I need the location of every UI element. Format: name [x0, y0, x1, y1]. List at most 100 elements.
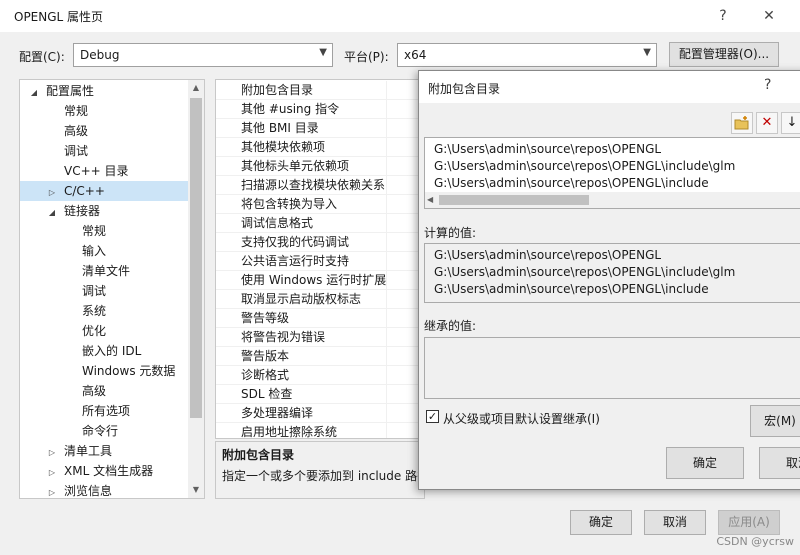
tree-item-label: 优化 [82, 324, 107, 338]
property-row[interactable]: 诊断格式 [216, 366, 424, 385]
tree-item[interactable]: 常规 [20, 101, 188, 121]
collapsed-icon[interactable]: ▷ [46, 183, 58, 203]
tree-item[interactable]: 优化 [20, 321, 188, 341]
tree-item[interactable]: 调试 [20, 281, 188, 301]
chevron-down-icon: ▼ [643, 47, 651, 58]
tree-item[interactable]: 高级 [20, 381, 188, 401]
dialog-ok-button[interactable]: 确定 [666, 447, 744, 479]
include-dir-entry[interactable]: G:\Users\admin\source\repos\OPENGL [434, 141, 661, 158]
property-row[interactable]: SDL 检查 [216, 385, 424, 404]
new-folder-icon[interactable] [731, 112, 753, 134]
tree-item-label: 清单文件 [82, 264, 131, 278]
close-icon[interactable]: ✕ [754, 4, 784, 28]
tree-item[interactable]: VC++ 目录 [20, 161, 188, 181]
delete-icon[interactable]: ✕ [756, 112, 778, 134]
list-hscrollbar[interactable]: ◀ [425, 192, 800, 208]
dialog-help-icon[interactable]: ? [764, 77, 771, 93]
tree-item[interactable]: ▷ XML 文档生成器 [20, 461, 188, 481]
tree-item[interactable]: ◢ 链接器 [20, 201, 188, 221]
scroll-down-icon[interactable]: ▼ [188, 482, 204, 498]
property-row[interactable]: 附加包含目录 [216, 81, 424, 100]
tree-item-label: XML 文档生成器 [64, 464, 154, 478]
property-name: 调试信息格式 [241, 216, 314, 230]
property-row[interactable]: 公共语言运行时支持 [216, 252, 424, 271]
tree-item[interactable]: 所有选项 [20, 401, 188, 421]
property-row[interactable]: 使用 Windows 运行时扩展 [216, 271, 424, 290]
tree-scroll-thumb[interactable] [190, 98, 202, 418]
include-dirs-list[interactable]: G:\Users\admin\source\repos\OPENGL G:\Use… [424, 137, 800, 209]
category-tree[interactable]: ◢ 配置属性 常规 高级 调试 VC++ 目录 ▷ C/C++ ◢ 链接器 常规 输入 清单文件 调试 系统… [19, 79, 205, 499]
tree-item[interactable]: 调试 [20, 141, 188, 161]
computed-values-box: G:\Users\admin\source\repos\OPENGL G:\Use… [424, 243, 800, 303]
platform-label: 平台(P): [344, 50, 389, 64]
include-dir-entry[interactable]: G:\Users\admin\source\repos\OPENGL\inclu… [434, 175, 709, 192]
property-row[interactable]: 取消显示启动版权标志 [216, 290, 424, 309]
collapsed-icon[interactable]: ▷ [46, 443, 58, 463]
property-name: 警告等级 [241, 311, 290, 325]
scroll-up-icon[interactable]: ▲ [188, 80, 204, 96]
config-value: Debug [80, 48, 120, 62]
tree-item[interactable]: ▷ 浏览信息 [20, 481, 188, 498]
platform-select[interactable]: x64 ▼ [397, 43, 657, 67]
property-row[interactable]: 其他 #using 指令 [216, 100, 424, 119]
tree-item[interactable]: 清单文件 [20, 261, 188, 281]
property-name: 将包含转换为导入 [241, 197, 338, 211]
tree-item[interactable]: 输入 [20, 241, 188, 261]
tree-item-label: 命令行 [82, 424, 119, 438]
description-title: 附加包含目录 [222, 448, 295, 462]
property-row[interactable]: 调试信息格式 [216, 214, 424, 233]
property-row[interactable]: 扫描源以查找模块依赖关系 [216, 176, 424, 195]
property-name: 其他模块依赖项 [241, 140, 326, 154]
tree-item[interactable]: 系统 [20, 301, 188, 321]
ok-button[interactable]: 确定 [570, 510, 632, 535]
tree-scrollbar[interactable]: ▲ ▼ [188, 80, 204, 498]
property-row[interactable]: 其他模块依赖项 [216, 138, 424, 157]
collapsed-icon[interactable]: ▷ [46, 483, 58, 498]
config-select[interactable]: Debug ▼ [73, 43, 333, 67]
tree-item-label: Windows 元数据 [82, 364, 176, 378]
property-name: 使用 Windows 运行时扩展 [241, 273, 387, 287]
tree-item-label: 常规 [64, 104, 89, 118]
move-down-icon[interactable]: ↓ [781, 112, 800, 134]
property-row[interactable]: 将包含转换为导入 [216, 195, 424, 214]
tree-item[interactable]: ▷ C/C++ [20, 181, 188, 201]
scroll-left-icon[interactable]: ◀ [427, 192, 433, 208]
computed-value-line: G:\Users\admin\source\repos\OPENGL [434, 248, 662, 262]
tree-item[interactable]: ◢ 配置属性 [20, 81, 188, 101]
property-name: 警告版本 [241, 349, 290, 363]
property-name: SDL 检查 [241, 387, 293, 401]
cancel-button[interactable]: 取消 [644, 510, 706, 535]
property-grid[interactable]: 附加包含目录其他 #using 指令其他 BMI 目录其他模块依赖项其他标头单元… [215, 79, 425, 439]
property-row[interactable]: 警告版本 [216, 347, 424, 366]
apply-button[interactable]: 应用(A) [718, 510, 780, 535]
config-manager-button[interactable]: 配置管理器(O)... [669, 42, 779, 67]
tree-item-label: 配置属性 [46, 84, 95, 98]
property-row[interactable]: 将警告视为错误 [216, 328, 424, 347]
tree-item[interactable]: 命令行 [20, 421, 188, 441]
tree-item-label: 高级 [64, 124, 89, 138]
tree-item[interactable]: 高级 [20, 121, 188, 141]
property-row[interactable]: 警告等级 [216, 309, 424, 328]
tree-item[interactable]: Windows 元数据 [20, 361, 188, 381]
property-row[interactable]: 多处理器编译 [216, 404, 424, 423]
inherited-label: 继承的值: [424, 319, 477, 333]
property-row[interactable]: 其他标头单元依赖项 [216, 157, 424, 176]
help-icon[interactable]: ? [708, 4, 738, 28]
dialog-cancel-button[interactable]: 取消 [759, 447, 800, 479]
property-name: 扫描源以查找模块依赖关系 [241, 178, 386, 192]
macro-button[interactable]: 宏(M) [750, 405, 800, 437]
inherit-checkbox[interactable]: ✓ [426, 410, 439, 423]
tree-item[interactable]: 嵌入的 IDL [20, 341, 188, 361]
hscroll-thumb[interactable] [439, 195, 589, 205]
property-row[interactable]: 启用地址擦除系统 [216, 423, 424, 438]
property-row[interactable]: 其他 BMI 目录 [216, 119, 424, 138]
inherit-checkbox-label[interactable]: 从父级或项目默认设置继承(I) [443, 410, 600, 427]
property-name: 其他 #using 指令 [241, 102, 340, 116]
include-dir-entry[interactable]: G:\Users\admin\source\repos\OPENGL\inclu… [434, 158, 735, 175]
expanded-icon[interactable]: ◢ [28, 83, 40, 103]
property-row[interactable]: 支持仅我的代码调试 [216, 233, 424, 252]
tree-item[interactable]: ▷ 清单工具 [20, 441, 188, 461]
expanded-icon[interactable]: ◢ [46, 203, 58, 223]
tree-item[interactable]: 常规 [20, 221, 188, 241]
collapsed-icon[interactable]: ▷ [46, 463, 58, 483]
